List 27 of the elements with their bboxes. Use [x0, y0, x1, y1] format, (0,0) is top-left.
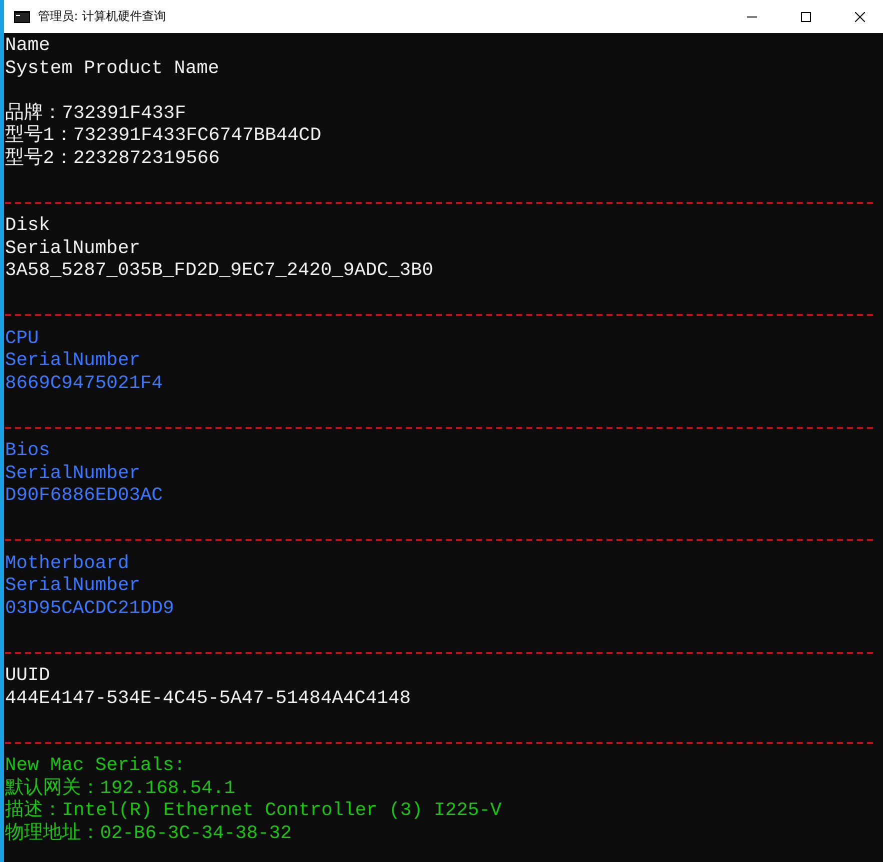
console-line: Name	[5, 34, 50, 56]
console-line: 型号1：732391F433FC6747BB44CD	[5, 124, 322, 146]
console-line: SerialNumber	[5, 349, 140, 372]
console-line: 03D95CACDC21DD9	[5, 596, 174, 619]
console-line: 型号2：2232872319566	[5, 146, 220, 169]
console-line: CPU	[5, 326, 39, 349]
console-line: 物理地址：02-B6-3C-34-38-32	[5, 822, 292, 844]
console-line: Motherboard	[5, 552, 129, 574]
console-line: System Product Name	[5, 56, 220, 79]
console-line: D90F6886ED03AC	[5, 484, 163, 506]
window-title: 管理员: 计算机硬件查询	[38, 8, 167, 25]
console-line: 3A58_5287_035B_FD2D_9EC7_2420_9ADC_3B0	[5, 259, 434, 282]
console-line: UUID	[5, 664, 50, 686]
console-icon	[14, 10, 30, 22]
console-line: New Mac Serials:	[5, 754, 186, 776]
console-line: 默认网关：192.168.54.1	[5, 776, 236, 799]
close-icon	[855, 12, 865, 22]
console-line: Bios	[5, 439, 50, 462]
console-line: 444E4147-534E-4C45-5A47-51484A4C4148	[5, 686, 411, 709]
console-line: SerialNumber	[5, 236, 140, 259]
console-line: 描述：Intel(R) Ethernet Controller (3) I225-V	[5, 799, 502, 822]
console-line: Disk	[5, 214, 50, 236]
console-line: 8669C9475021F4	[5, 372, 163, 394]
console-line: 品牌：732391F433F	[5, 102, 186, 124]
maximize-icon	[801, 12, 811, 22]
console-line: SerialNumber	[5, 462, 140, 484]
console-line: SerialNumber	[5, 574, 140, 596]
